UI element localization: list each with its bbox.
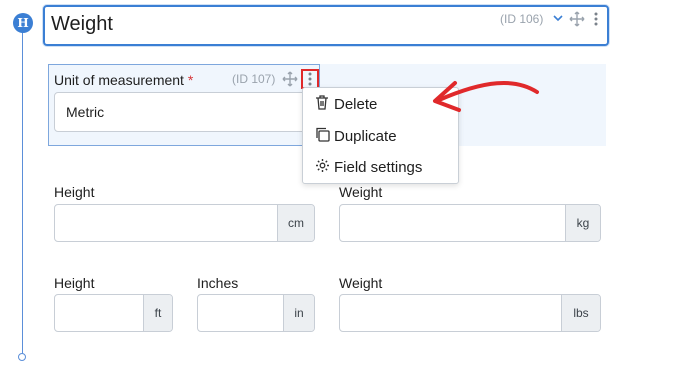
heading-id-label: (ID 106) <box>500 12 544 26</box>
trash-icon <box>312 94 332 114</box>
annotation-arrow <box>433 81 539 112</box>
imperial-weight-field[interactable]: lbs <box>339 294 601 332</box>
unit-suffix-lbs: lbs <box>561 295 600 331</box>
imperial-height-label: Height <box>54 275 95 291</box>
unit-select-value: Metric <box>66 104 105 120</box>
menu-item-duplicate[interactable]: Duplicate <box>312 121 452 151</box>
imperial-height-input[interactable] <box>55 295 143 331</box>
timeline-line <box>22 22 23 357</box>
unit-suffix-ft: ft <box>143 295 172 331</box>
metric-weight-field[interactable]: kg <box>339 204 601 242</box>
move-icon[interactable] <box>569 11 585 32</box>
annotation-highlight-box <box>301 69 319 89</box>
chevron-down-icon[interactable] <box>552 12 564 27</box>
metric-height-input[interactable] <box>55 205 277 241</box>
unit-label-text: Unit of measurement <box>54 72 184 88</box>
unit-id-label: (ID 107) <box>232 72 276 86</box>
menu-item-label: Duplicate <box>334 127 397 145</box>
menu-item-label: Field settings <box>334 158 423 176</box>
unit-suffix-in: in <box>283 295 314 331</box>
unit-suffix-cm: cm <box>277 205 314 241</box>
unit-label: Unit of measurement * <box>54 72 193 88</box>
metric-weight-input[interactable] <box>340 205 565 241</box>
heading-block-icon: H <box>13 13 33 33</box>
required-mark: * <box>187 72 194 88</box>
metric-weight-label: Weight <box>339 184 383 200</box>
imperial-weight-label: Weight <box>339 275 383 291</box>
imperial-height-field[interactable]: ft <box>54 294 173 332</box>
menu-item-label: Delete <box>334 95 378 113</box>
heading-text[interactable]: Weight <box>51 13 113 36</box>
duplicate-icon <box>312 127 332 146</box>
menu-item-field-settings[interactable]: Field settings <box>312 152 452 182</box>
move-icon[interactable] <box>282 71 298 92</box>
more-options-icon[interactable] <box>592 11 600 30</box>
imperial-inches-field[interactable]: in <box>197 294 315 332</box>
gear-icon <box>312 158 332 177</box>
imperial-weight-input[interactable] <box>340 295 561 331</box>
timeline-end-dot <box>18 353 26 361</box>
imperial-inches-input[interactable] <box>198 295 283 331</box>
unit-suffix-kg: kg <box>565 205 600 241</box>
metric-height-label: Height <box>54 184 95 200</box>
imperial-inches-label: Inches <box>197 275 239 291</box>
metric-height-field[interactable]: cm <box>54 204 315 242</box>
